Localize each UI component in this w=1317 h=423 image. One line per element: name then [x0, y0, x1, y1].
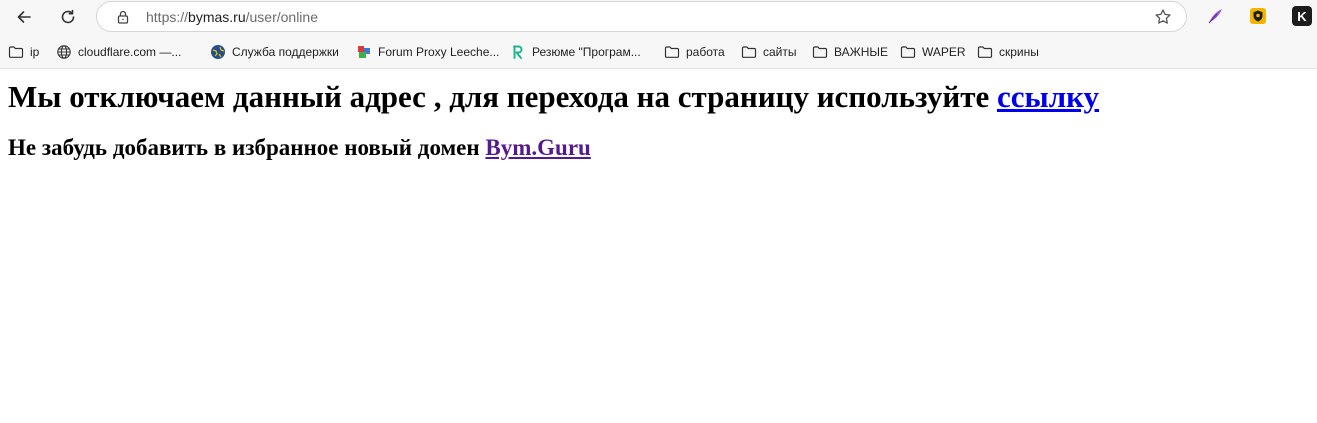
bookmark-label: Forum Proxy Leeche...	[378, 45, 500, 59]
bookmark-resume[interactable]: Резюме "Програм...	[510, 43, 641, 61]
k-extension-label: K	[1297, 8, 1307, 24]
folder-icon	[8, 44, 24, 60]
browser-toolbar: https://bymas.ru/user/online K	[0, 0, 1317, 36]
arrow-left-icon	[17, 11, 31, 23]
k-extension-icon[interactable]: K	[1292, 6, 1312, 26]
bookmark-label: Служба поддержки	[232, 45, 339, 59]
bookmark-label: ip	[30, 45, 40, 59]
folder-icon	[812, 44, 828, 60]
folder-icon	[977, 44, 993, 60]
url-text[interactable]: https://bymas.ru/user/online	[146, 9, 318, 26]
globe-icon	[56, 44, 72, 60]
url-scheme: https://	[146, 9, 189, 25]
back-button[interactable]	[9, 3, 39, 31]
bookmark-label: ВАЖНЫЕ	[834, 45, 888, 59]
folder-icon	[664, 44, 680, 60]
bookmark-label: WAPER	[922, 45, 966, 59]
feather-extension-icon[interactable]	[1205, 6, 1225, 26]
bookmark-folder-skriny[interactable]: скрины	[977, 43, 1039, 61]
bookmark-support[interactable]: Служба поддержки	[210, 43, 339, 61]
bookmarks-bar: ip cloudflare.com —... Служба поддержки …	[0, 36, 1317, 69]
shield-extension-icon[interactable]	[1248, 6, 1268, 26]
bookmark-label: Резюме "Програм...	[532, 45, 641, 59]
page-subheading: Не забудь добавить в избранное новый дом…	[8, 134, 591, 162]
bookmark-cloudflare[interactable]: cloudflare.com —...	[56, 43, 181, 61]
r-logo-icon	[510, 44, 526, 60]
new-domain-link[interactable]: Bym.Guru	[485, 135, 590, 160]
bookmark-label: cloudflare.com —...	[78, 45, 182, 59]
bookmark-folder-waper[interactable]: WAPER	[900, 43, 966, 61]
bookmark-label: работа	[686, 45, 725, 59]
bookmark-star-icon[interactable]	[1154, 8, 1172, 26]
bookmark-label: сайты	[763, 45, 797, 59]
page-content: Мы отключаем данный адрес , для перехода…	[0, 70, 1317, 423]
folder-icon	[900, 44, 916, 60]
bookmark-ip[interactable]: ip	[8, 43, 39, 61]
url-host: bymas.ru	[188, 9, 246, 25]
bookmark-folder-saity[interactable]: сайты	[741, 43, 797, 61]
heading-text: Мы отключаем данный адрес , для перехода…	[8, 79, 997, 114]
reload-button[interactable]	[53, 3, 83, 31]
url-path: /user/online	[245, 9, 318, 25]
bookmark-folder-vazhnye[interactable]: ВАЖНЫЕ	[812, 43, 888, 61]
proxy-leecher-icon	[356, 44, 372, 60]
page-heading: Мы отключаем данный адрес , для перехода…	[8, 78, 1099, 116]
bookmark-folder-rabota[interactable]: работа	[664, 43, 725, 61]
bookmark-label: скрины	[999, 45, 1039, 59]
address-bar[interactable]: https://bymas.ru/user/online	[96, 1, 1187, 32]
redirect-link[interactable]: ссылку	[997, 79, 1099, 114]
site-info-icon[interactable]	[115, 9, 131, 25]
folder-icon	[741, 44, 757, 60]
bookmark-forum-proxy[interactable]: Forum Proxy Leeche...	[356, 43, 499, 61]
subheading-text: Не забудь добавить в избранное новый дом…	[8, 135, 486, 160]
reload-icon	[61, 9, 75, 24]
support-globe-icon	[210, 44, 226, 60]
